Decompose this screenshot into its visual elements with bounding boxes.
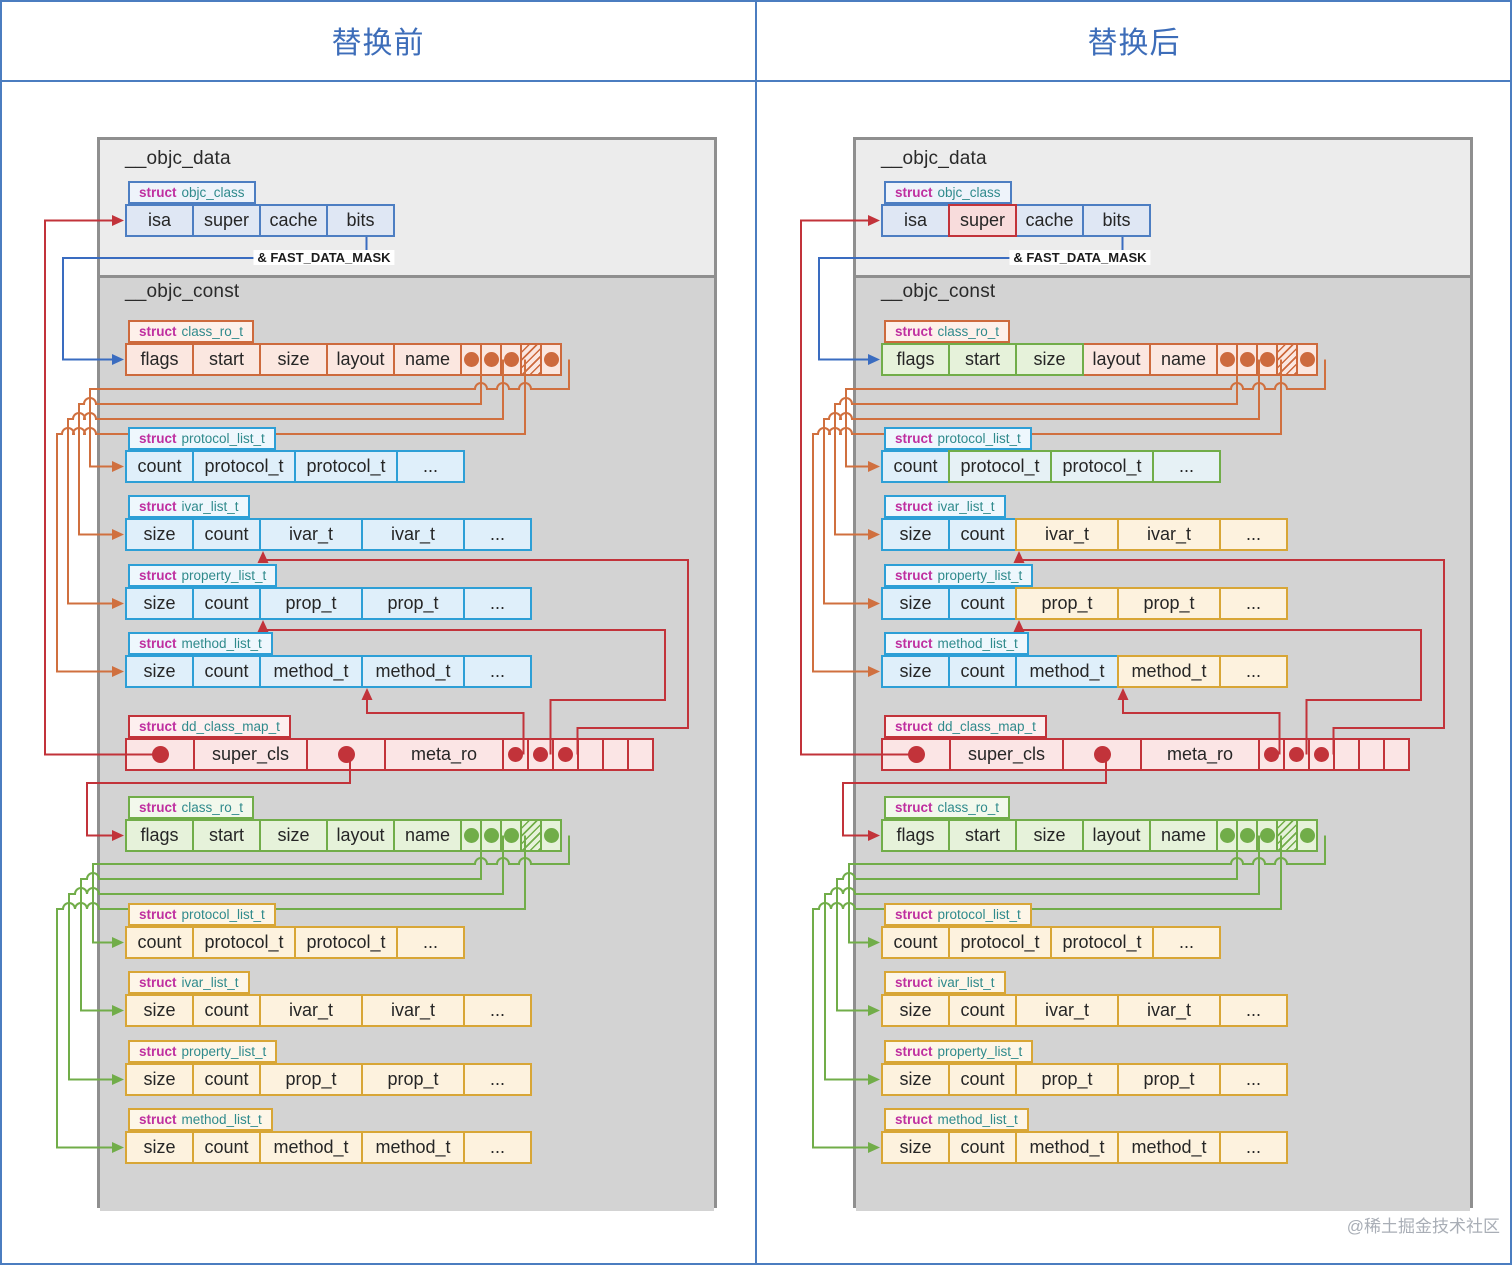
objc-const-area xyxy=(856,278,1470,1211)
objc-data-area xyxy=(100,140,714,278)
panel-after xyxy=(853,137,1473,1211)
objc-data-area xyxy=(856,140,1470,278)
header-title-after: 替换后 xyxy=(1087,27,1181,60)
header-bar: 替换前 替换后 xyxy=(0,0,1512,82)
objc-const-area xyxy=(100,278,714,1211)
center-divider xyxy=(755,0,757,1265)
header-title-before: 替换前 xyxy=(331,27,425,60)
watermark: @稀土掘金技术社区 xyxy=(1346,1217,1500,1236)
panel-before xyxy=(97,137,717,1211)
